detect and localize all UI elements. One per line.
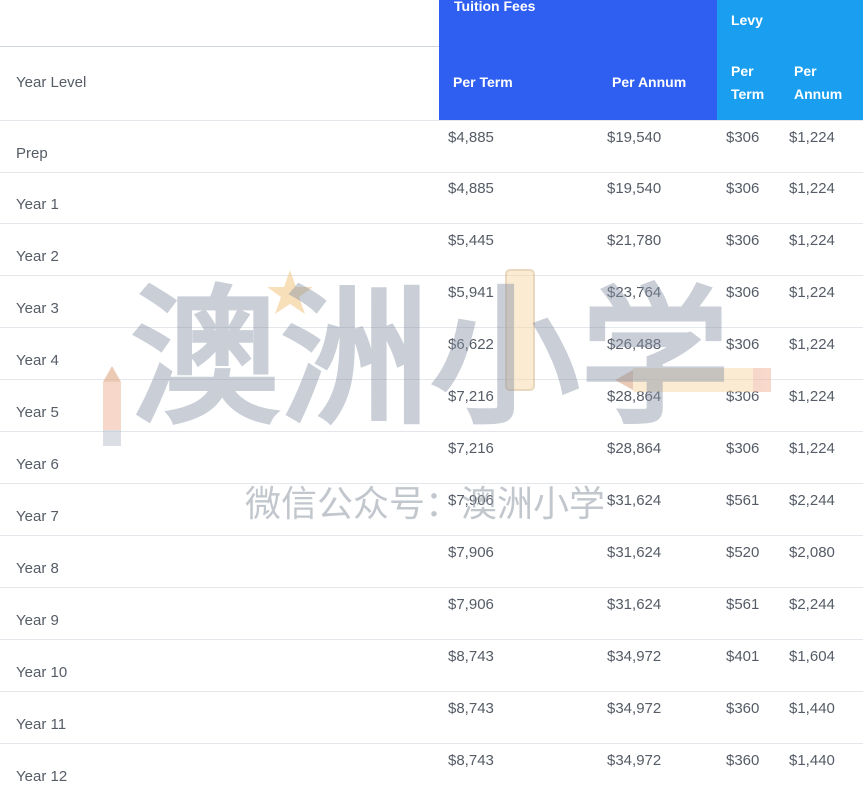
- tuition-per-term-cell: $7,216: [448, 388, 494, 405]
- levy-per-term-label-2: Term: [731, 86, 765, 102]
- tuition-per-term-cell: $7,216: [448, 440, 494, 457]
- year-level-cell: Year 12: [16, 768, 68, 785]
- tuition-per-term-cell: $5,445: [448, 232, 494, 249]
- levy-per-annum-cell: $2,244: [789, 596, 835, 613]
- tuition-per-annum-cell: $31,624: [607, 492, 662, 509]
- year-level-cell: Year 4: [16, 352, 59, 369]
- year-level-cell: Year 11: [16, 716, 67, 733]
- tuition-per-annum-cell: $34,972: [607, 700, 662, 717]
- levy-per-term-header: Per Term: [717, 46, 782, 120]
- levy-per-term-cell: $360: [726, 752, 760, 769]
- tuition-per-annum-cell: $31,624: [607, 596, 662, 613]
- levy-per-annum-cell: $1,604: [789, 648, 835, 665]
- levy-per-term-cell: $306: [726, 129, 760, 146]
- table-row: Year 8 $7,906 $31,624 $520 $2,080: [0, 536, 863, 588]
- levy-per-annum-cell: $1,224: [789, 180, 835, 197]
- tuition-per-term-label: Per Term: [453, 74, 513, 90]
- tuition-per-annum-cell: $19,540: [607, 180, 662, 197]
- levy-per-term-cell: $561: [726, 492, 760, 509]
- tuition-per-annum-cell: $26,488: [607, 336, 662, 353]
- tuition-per-annum-cell: $31,624: [607, 544, 662, 561]
- table-row: Year 12 $8,743 $34,972 $360 $1,440: [0, 744, 863, 795]
- levy-per-term-cell: $520: [726, 544, 760, 561]
- tuition-fees-label: Tuition Fees: [454, 0, 536, 14]
- levy-per-annum-header: Per Annum: [782, 46, 863, 120]
- tuition-per-term-cell: $7,906: [448, 544, 494, 561]
- year-level-cell: Year 5: [16, 404, 59, 421]
- levy-per-term-cell: $561: [726, 596, 760, 613]
- header-blank-cell: [0, 0, 439, 47]
- levy-per-term-cell: $401: [726, 648, 760, 665]
- tuition-per-term-cell: $7,906: [448, 492, 494, 509]
- year-level-cell: Year 3: [16, 300, 59, 317]
- levy-per-annum-label-1: Per: [794, 63, 817, 79]
- levy-per-annum-cell: $1,224: [789, 388, 835, 405]
- levy-per-term-cell: $306: [726, 180, 760, 197]
- levy-per-annum-cell: $1,224: [789, 336, 835, 353]
- tuition-per-term-cell: $5,941: [448, 284, 494, 301]
- levy-per-term-cell: $360: [726, 700, 760, 717]
- table-row: Year 7 $7,906 $31,624 $561 $2,244: [0, 484, 863, 536]
- tuition-per-annum-cell: $34,972: [607, 648, 662, 665]
- year-level-header-cell: Year Level: [0, 47, 439, 120]
- tuition-per-term-cell: $6,622: [448, 336, 494, 353]
- year-level-header: Year Level: [16, 74, 87, 91]
- levy-per-annum-cell: $1,224: [789, 232, 835, 249]
- tuition-per-annum-cell: $19,540: [607, 129, 662, 146]
- year-level-cell: Year 1: [16, 196, 59, 213]
- levy-per-annum-cell: $1,440: [789, 700, 835, 717]
- table-row: Year 9 $7,906 $31,624 $561 $2,244: [0, 588, 863, 640]
- levy-per-term-cell: $306: [726, 232, 760, 249]
- fees-table: Year Level Tuition Fees Levy Per Term Pe…: [0, 0, 867, 785]
- levy-per-term-cell: $306: [726, 284, 760, 301]
- levy-per-term-label-1: Per: [731, 63, 754, 79]
- table-row: Year 6 $7,216 $28,864 $306 $1,224: [0, 432, 863, 484]
- tuition-per-term-cell: $7,906: [448, 596, 494, 613]
- levy-per-annum-cell: $1,224: [789, 440, 835, 457]
- table-row: Year 3 $5,941 $23,764 $306 $1,224: [0, 276, 863, 328]
- year-level-cell: Year 10: [16, 664, 68, 681]
- tuition-per-term-cell: $4,885: [448, 129, 494, 146]
- year-level-cell: Year 2: [16, 248, 59, 265]
- tuition-per-term-cell: $8,743: [448, 752, 494, 769]
- tuition-per-annum-cell: $23,764: [607, 284, 662, 301]
- levy-per-annum-cell: $2,244: [789, 492, 835, 509]
- table-row: Year 2 $5,445 $21,780 $306 $1,224: [0, 224, 863, 276]
- year-level-cell: Prep: [16, 145, 48, 162]
- tuition-per-annum-header: Per Annum: [598, 46, 717, 120]
- tuition-per-term-cell: $8,743: [448, 700, 494, 717]
- levy-per-annum-cell: $2,080: [789, 544, 835, 561]
- tuition-per-term-header: Per Term: [439, 46, 598, 120]
- tuition-fees-group-header: Tuition Fees: [439, 0, 717, 46]
- tuition-per-annum-label: Per Annum: [612, 74, 687, 90]
- levy-per-term-cell: $306: [726, 336, 760, 353]
- tuition-per-term-cell: $4,885: [448, 180, 494, 197]
- levy-per-annum-cell: $1,440: [789, 752, 835, 769]
- levy-per-annum-cell: $1,224: [789, 284, 835, 301]
- table-row: Year 4 $6,622 $26,488 $306 $1,224: [0, 328, 863, 380]
- table-row: Year 1 $4,885 $19,540 $306 $1,224: [0, 172, 863, 224]
- table-row: Year 10 $8,743 $34,972 $401 $1,604: [0, 640, 863, 692]
- year-level-cell: Year 8: [16, 560, 59, 577]
- levy-group-header: Levy: [717, 0, 863, 46]
- year-level-cell: Year 6: [16, 456, 59, 473]
- levy-per-term-cell: $306: [726, 388, 760, 405]
- levy-label: Levy: [731, 12, 763, 28]
- tuition-per-annum-cell: $34,972: [607, 752, 662, 769]
- levy-per-annum-label-2: Annum: [794, 86, 843, 102]
- year-level-cell: Year 9: [16, 612, 59, 629]
- table-row: Year 11 $8,743 $34,972 $360 $1,440: [0, 692, 863, 744]
- tuition-per-annum-cell: $28,864: [607, 388, 662, 405]
- tuition-per-annum-cell: $28,864: [607, 440, 662, 457]
- table-row: Year 5 $7,216 $28,864 $306 $1,224: [0, 380, 863, 432]
- tuition-per-term-cell: $8,743: [448, 648, 494, 665]
- tuition-per-annum-cell: $21,780: [607, 232, 662, 249]
- table-row: Prep $4,885 $19,540 $306 $1,224: [0, 120, 863, 173]
- year-level-cell: Year 7: [16, 508, 59, 525]
- levy-per-annum-cell: $1,224: [789, 129, 835, 146]
- levy-per-term-cell: $306: [726, 440, 760, 457]
